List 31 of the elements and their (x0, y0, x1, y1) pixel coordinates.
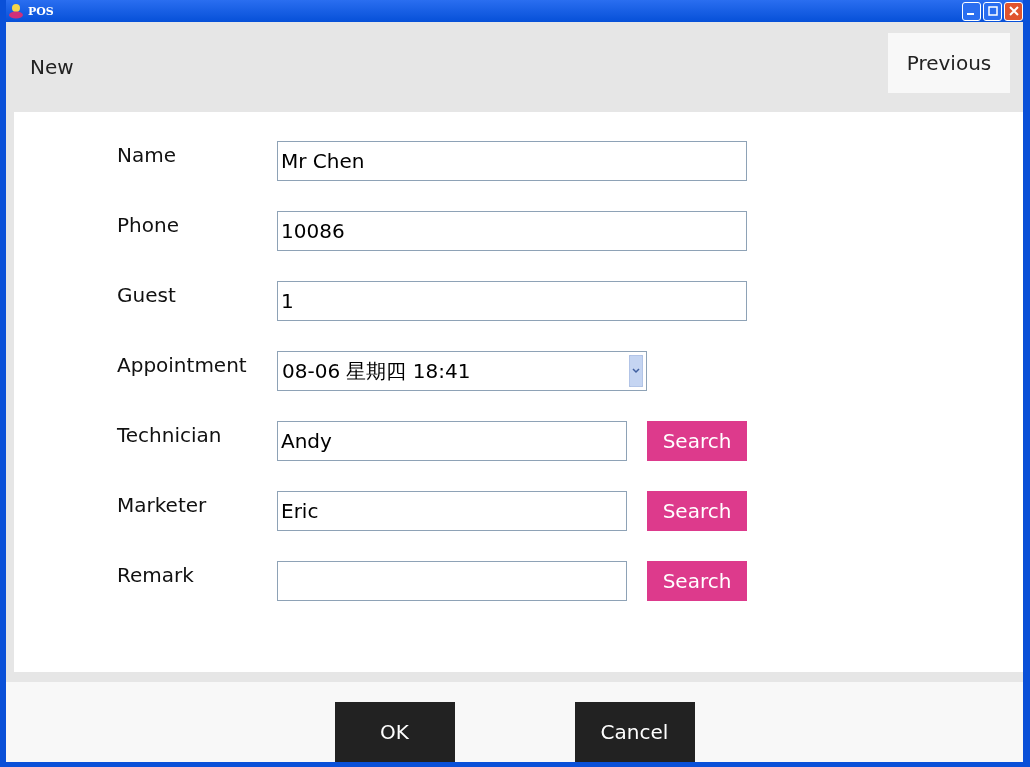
field-label: Phone (117, 212, 180, 237)
field-label: Guest (117, 282, 177, 307)
maximize-icon (987, 6, 998, 16)
date-dropdown[interactable]: 08-06 星期四 18:41 (277, 351, 647, 391)
cancel-button[interactable]: Cancel (574, 702, 695, 762)
search-button[interactable]: Search (647, 491, 747, 531)
ok-button[interactable]: OK (334, 702, 455, 762)
previous-button[interactable]: Previous (888, 33, 1010, 93)
text-field[interactable]: 10086 (277, 211, 747, 251)
field-label: Technician (117, 422, 223, 447)
close-button[interactable] (1004, 1, 1023, 21)
maximize-button[interactable] (983, 1, 1002, 21)
minimize-button[interactable] (962, 1, 981, 21)
page-title: New (30, 55, 74, 79)
window-title: POS (28, 4, 54, 18)
dropdown-value: 08-06 星期四 18:41 (282, 357, 471, 385)
text-field[interactable]: Andy (277, 421, 627, 461)
text-field[interactable]: Eric (277, 491, 627, 531)
text-field[interactable]: 1 (277, 281, 747, 321)
text-field[interactable]: Mr Chen (277, 141, 747, 181)
dropdown-arrow-icon (629, 355, 643, 387)
app-icon (8, 3, 24, 19)
field-label: Marketer (117, 492, 208, 517)
search-button[interactable]: Search (647, 421, 747, 461)
minimize-icon (967, 13, 974, 15)
field-label: Remark (117, 562, 195, 587)
text-field[interactable] (277, 561, 627, 601)
field-label: Appointment (117, 352, 248, 377)
search-button[interactable]: Search (647, 561, 747, 601)
field-label: Name (117, 142, 177, 167)
close-icon (1008, 6, 1019, 16)
